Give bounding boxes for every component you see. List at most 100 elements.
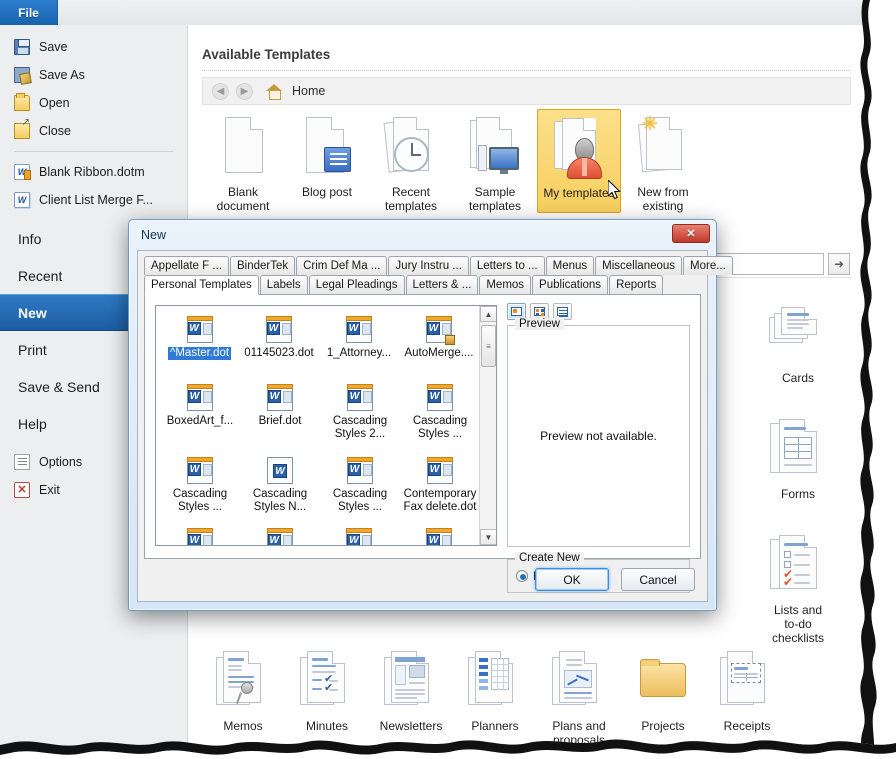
tile-label: Sample templates <box>453 185 537 213</box>
template-file-list[interactable]: W ^Master.dot W 01145023.dot W 1_Attorne… <box>155 305 497 546</box>
blank-document-icon <box>212 115 274 181</box>
sidebar-item-close[interactable]: Close <box>0 117 187 145</box>
list-item[interactable]: W ^Master.dot <box>160 312 239 360</box>
sidebar-item-save[interactable]: Save <box>0 33 187 61</box>
tile-memos[interactable]: Memos <box>201 643 285 747</box>
sidebar-recent-file-2[interactable]: W Client List Merge F... <box>0 186 187 214</box>
file-name: Cascading Styles ... <box>400 415 480 441</box>
word-template-icon: W <box>344 528 374 546</box>
file-name: Contemporary Fax delete.dot <box>400 488 480 514</box>
word-template-badge-icon: W <box>424 316 454 344</box>
sidebar-item-label: Save & Send <box>18 379 100 395</box>
radio-dot <box>516 570 528 582</box>
list-item[interactable]: W Cascading Styles 2... <box>320 380 400 441</box>
list-item[interactable]: W Contemporary Fax delete.dot <box>400 453 480 514</box>
list-item[interactable]: W Cascading Styles N... <box>240 453 320 514</box>
tab-labels[interactable]: Labels <box>260 275 308 295</box>
scrollbar-thumb[interactable]: ≡ <box>481 325 496 367</box>
exit-icon: ✕ <box>14 482 30 498</box>
tab-reports[interactable]: Reports <box>609 275 663 295</box>
tab-legal-pleadings[interactable]: Legal Pleadings <box>309 275 405 295</box>
tile-blank-document[interactable]: Blank document <box>201 109 285 213</box>
tile-label: Receipts <box>705 719 789 733</box>
sidebar-item-save-as[interactable]: Save As <box>0 61 187 89</box>
tile-newsletters[interactable]: Newsletters <box>369 643 453 747</box>
sidebar-item-label: Save <box>39 40 68 54</box>
tile-new-from-existing[interactable]: ✳ New from existing <box>621 109 705 213</box>
home-icon <box>266 84 282 98</box>
tile-forms[interactable]: Forms <box>756 411 840 501</box>
preview-panel: Preview Preview not available. Create Ne… <box>507 303 690 546</box>
list-item[interactable]: W Cascading Styles ... <box>160 453 240 514</box>
file-list-scrollbar[interactable]: ▲ ≡ ▼ <box>479 306 496 545</box>
scroll-down-icon[interactable]: ▼ <box>480 529 497 545</box>
dialog-tab-row-1: Appellate F ... BinderTek Crim Def Ma ..… <box>144 256 701 275</box>
forward-button[interactable]: ▶ <box>236 83 253 100</box>
save-as-icon <box>14 67 30 83</box>
tile-cards[interactable]: Cards <box>756 295 840 385</box>
list-item[interactable]: W <box>399 524 479 546</box>
list-item[interactable]: W BoxedArt_f... <box>160 380 240 441</box>
sidebar-item-open[interactable]: Open <box>0 89 187 117</box>
list-item[interactable]: W 01145023.dot <box>239 312 319 360</box>
file-name: Cascading Styles N... <box>240 488 320 514</box>
list-item[interactable]: W Cascading Styles ... <box>320 453 400 514</box>
list-item[interactable]: W AutoMerge.... <box>399 312 479 360</box>
close-icon[interactable]: ✕ <box>672 224 710 243</box>
tile-receipts[interactable]: Receipts <box>705 643 789 747</box>
tab-more[interactable]: More... <box>683 256 733 275</box>
tile-plans-and-proposals[interactable]: Plans and proposals <box>537 643 621 747</box>
blog-post-icon <box>296 115 358 181</box>
list-item[interactable]: W Cascading Styles ... <box>400 380 480 441</box>
new-dialog: New ✕ Appellate F ... BinderTek Crim Def… <box>128 219 717 611</box>
breadcrumb-home-label[interactable]: Home <box>292 84 325 98</box>
list-item[interactable]: W Brief.dot <box>240 380 320 441</box>
cancel-button[interactable]: Cancel <box>621 568 695 591</box>
tile-label: Minutes <box>285 719 369 733</box>
lists-checklists-icon: ✔ ✔ <box>767 533 829 599</box>
template-tiles-row-top: Blank document Blog post <box>201 109 705 213</box>
tile-projects[interactable]: Projects <box>621 643 705 747</box>
sidebar-item-label: Open <box>39 96 70 110</box>
list-item[interactable]: W <box>160 524 240 546</box>
sidebar-item-label: Print <box>18 342 47 358</box>
tab-crim-def-ma[interactable]: Crim Def Ma ... <box>296 256 387 275</box>
back-button[interactable]: ◀ <box>212 83 229 100</box>
tile-blog-post[interactable]: Blog post <box>285 109 369 213</box>
scroll-up-icon[interactable]: ▲ <box>480 306 497 322</box>
search-go-button[interactable]: ➜ <box>828 253 850 275</box>
tile-minutes[interactable]: ✔ ✔ Minutes <box>285 643 369 747</box>
tab-appellate-forms[interactable]: Appellate F ... <box>144 256 229 275</box>
tab-letters-and[interactable]: Letters & ... <box>406 275 479 295</box>
ok-button[interactable]: OK <box>535 568 609 591</box>
tile-planners[interactable]: Planners <box>453 643 537 747</box>
close-folder-icon <box>14 123 30 139</box>
word-template-icon: W <box>185 316 215 344</box>
file-tab[interactable]: File <box>0 0 58 25</box>
tile-sample-templates[interactable]: Sample templates <box>453 109 537 213</box>
tab-jury-instructions[interactable]: Jury Instru ... <box>388 256 468 275</box>
tab-personal-templates[interactable]: Personal Templates <box>144 275 259 295</box>
tab-menus[interactable]: Menus <box>546 256 595 275</box>
file-name: BoxedArt_f... <box>160 415 240 428</box>
tile-label: New from existing <box>621 185 705 213</box>
tab-letters-to[interactable]: Letters to ... <box>470 256 545 275</box>
tile-recent-templates[interactable]: Recent templates <box>369 109 453 213</box>
cards-icon <box>767 301 829 367</box>
sidebar-divider <box>14 151 173 152</box>
list-item[interactable]: W <box>320 524 400 546</box>
sidebar-item-label: Client List Merge F... <box>39 193 153 207</box>
ribbon-empty-area <box>58 0 896 25</box>
tile-lists-and-todo-checklists[interactable]: ✔ ✔ Lists and to-do checklists <box>756 527 840 645</box>
sidebar-recent-file-1[interactable]: W Blank Ribbon.dotm <box>0 158 187 186</box>
word-template-icon: W <box>425 384 455 412</box>
tile-label: Lists and to-do checklists <box>756 603 840 645</box>
tab-miscellaneous[interactable]: Miscellaneous <box>595 256 682 275</box>
list-item[interactable]: W 1_Attorney... <box>319 312 399 360</box>
tab-bindertek[interactable]: BinderTek <box>230 256 295 275</box>
recent-templates-icon <box>380 115 442 181</box>
tab-memos[interactable]: Memos <box>479 275 531 295</box>
dialog-buttons: OK Cancel <box>535 568 695 591</box>
list-item[interactable]: W <box>240 524 320 546</box>
tab-publications[interactable]: Publications <box>532 275 608 295</box>
